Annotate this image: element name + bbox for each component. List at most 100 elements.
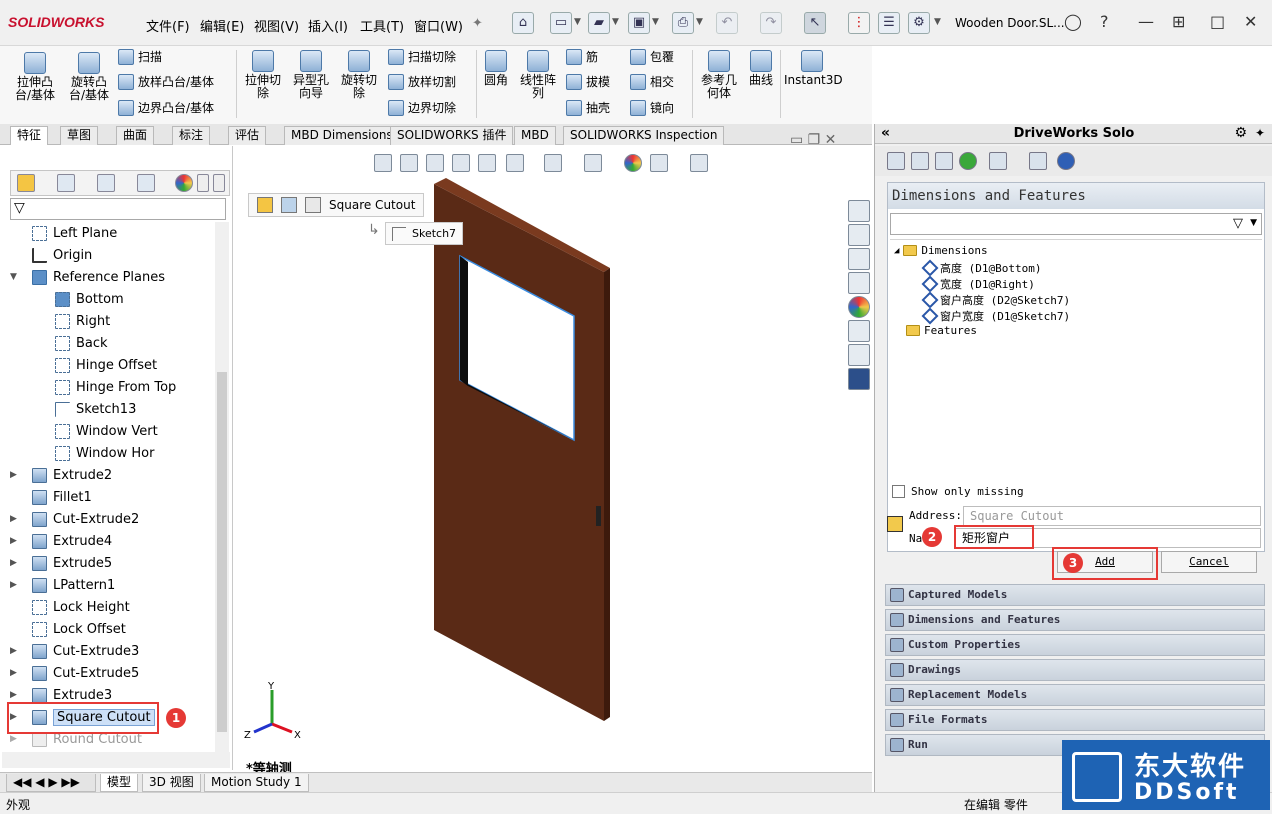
solidworks-forum-icon[interactable]	[848, 368, 870, 390]
configuration-manager-icon[interactable]	[97, 174, 115, 192]
sweep-cut-button[interactable]: 扫描切除	[388, 48, 456, 65]
close-icon[interactable]: ✕	[1244, 12, 1257, 31]
extrude-cut-button[interactable]: 拉伸切 除	[240, 50, 286, 100]
tree-node-dim-height[interactable]: 高度 (D1@Bottom)	[921, 259, 1041, 277]
tree-item-bottom[interactable]: Bottom	[55, 289, 124, 309]
tab-solidworks-addins[interactable]: SOLIDWORKS 插件	[390, 126, 514, 145]
tree-item-hinge-from-top[interactable]: Hinge From Top	[55, 377, 176, 397]
mirror-button[interactable]: 镜向	[630, 99, 674, 116]
expand-arrow-icon[interactable]: ▶	[10, 646, 17, 656]
appearances-icon[interactable]	[848, 296, 870, 318]
open-folder-icon[interactable]: ▰	[588, 12, 610, 34]
tab-markup[interactable]: 标注	[172, 126, 211, 145]
maximize-icon[interactable]: □	[1210, 12, 1225, 31]
menu-window[interactable]: 窗口(W)	[414, 16, 463, 35]
tree-item-cut-extrude3[interactable]: Cut-Extrude3	[32, 641, 139, 661]
address-field[interactable]: Square Cutout	[963, 506, 1261, 526]
tree-item-fillet1[interactable]: Fillet1	[32, 487, 92, 507]
graphics-area[interactable]: ▭ ❐ ✕ Y X Z	[234, 132, 872, 772]
tab-scroll-arrows[interactable]: ◀◀ ◀ ▶ ▶▶	[6, 774, 96, 792]
expand-arrow-icon[interactable]: ▶	[10, 668, 17, 678]
traffic-light-icon[interactable]: ⋮	[848, 12, 870, 34]
tree-scrollbar[interactable]	[215, 222, 229, 754]
draft-button[interactable]: 拔模	[566, 73, 610, 90]
expand-arrow-icon[interactable]: ◢	[894, 246, 899, 256]
nav-replacement-models[interactable]: Replacement Models	[885, 684, 1265, 706]
expand-arrow-icon[interactable]: ▶	[10, 558, 17, 568]
driveworks-settings-icon[interactable]	[989, 152, 1007, 170]
show-only-missing-checkbox[interactable]	[892, 485, 905, 498]
reference-geometry-button[interactable]: 参考几 何体	[696, 50, 742, 100]
property-manager-icon[interactable]	[57, 174, 75, 192]
tab-surface[interactable]: 曲面	[116, 126, 155, 145]
revolve-cut-button[interactable]: 旋转切 除	[336, 50, 382, 100]
menu-file[interactable]: 文件(F)	[146, 16, 190, 35]
select-cursor-icon[interactable]: ↖	[804, 12, 826, 34]
boundary-boss-button[interactable]: 边界凸台/基体	[118, 99, 214, 116]
fillet-button[interactable]: 圆角	[478, 50, 514, 87]
loft-boss-button[interactable]: 放样凸台/基体	[118, 73, 214, 90]
filter-combo[interactable]: ▽ ▼	[890, 213, 1262, 235]
tab-model[interactable]: 模型	[100, 774, 139, 792]
tree-item-origin[interactable]: Origin	[32, 245, 92, 265]
nav-captured-models[interactable]: Captured Models	[885, 584, 1265, 606]
expand-arrow-icon[interactable]: ▶	[10, 690, 17, 700]
tab-mbd[interactable]: MBD	[514, 126, 556, 145]
tree-item-window-vert[interactable]: Window Vert	[55, 421, 158, 441]
chevron-down-icon[interactable]: ▼	[652, 17, 659, 27]
menu-view[interactable]: 视图(V)	[254, 16, 299, 35]
tree-item-cut-extrude2[interactable]: Cut-Extrude2	[32, 509, 139, 529]
tree-item-extrude2[interactable]: Extrude2	[32, 465, 112, 485]
menu-tools[interactable]: 工具(T)	[360, 16, 404, 35]
driveworks-open-icon[interactable]	[911, 152, 929, 170]
curves-button[interactable]: 曲线	[744, 50, 778, 87]
collapse-pane-icon[interactable]: «	[881, 124, 890, 143]
tab-solidworks-inspection[interactable]: SOLIDWORKS Inspection	[563, 126, 725, 145]
tab-sketch[interactable]: 草图	[60, 126, 99, 145]
hole-wizard-button[interactable]: 异型孔 向导	[288, 50, 334, 100]
tree-item-right[interactable]: Right	[55, 311, 110, 331]
door-model[interactable]	[234, 146, 872, 772]
settings-gear-icon[interactable]: ⚙	[1234, 124, 1247, 143]
dimxpert-icon[interactable]	[137, 174, 155, 192]
expand-arrow-icon[interactable]: ▶	[10, 470, 17, 480]
print-icon[interactable]: ⎙	[672, 12, 694, 34]
options-gear-icon[interactable]: ⚙	[908, 12, 930, 34]
tab-evaluate[interactable]: 评估	[228, 126, 267, 145]
pin-icon[interactable]: ✦	[1255, 124, 1265, 143]
tree-item-left-plane[interactable]: Left Plane	[32, 223, 117, 243]
tile-windows-icon[interactable]: ⊞	[1172, 12, 1185, 31]
file-explorer-icon[interactable]	[848, 248, 870, 270]
tree-item-extrude5[interactable]: Extrude5	[32, 553, 112, 573]
revolve-boss-button[interactable]: 旋转凸 台/基体	[64, 52, 114, 102]
tab-mbd-dimensions[interactable]: MBD Dimensions	[284, 126, 400, 145]
redo-icon[interactable]: ↷	[760, 12, 782, 34]
chevron-right-icon[interactable]	[213, 174, 225, 192]
chevron-down-icon[interactable]: ▼	[696, 17, 703, 27]
menu-insert[interactable]: 插入(I)	[308, 16, 348, 35]
driveworks-options-icon[interactable]	[1029, 152, 1047, 170]
save-icon[interactable]	[935, 152, 953, 170]
view-palette-icon[interactable]	[848, 272, 870, 294]
minimize-icon[interactable]: —	[1138, 12, 1154, 31]
expand-arrow-icon[interactable]: ▼	[10, 272, 17, 282]
tree-item-window-hor[interactable]: Window Hor	[55, 443, 154, 463]
tree-item-reference-planes[interactable]: Reference Planes	[32, 267, 165, 287]
driveworks-icon[interactable]	[848, 344, 870, 366]
linear-pattern-button[interactable]: 线性阵 列	[516, 50, 560, 100]
pin-icon[interactable]: ✦	[472, 16, 483, 31]
tab-3d-views[interactable]: 3D 视图	[142, 774, 201, 792]
cancel-button[interactable]: Cancel	[1161, 551, 1257, 573]
rib-button[interactable]: 筋	[566, 48, 598, 65]
extrude-boss-button[interactable]: 拉伸凸 台/基体	[10, 52, 60, 102]
user-account-icon[interactable]: ◯	[1064, 12, 1082, 31]
design-library-icon[interactable]	[848, 224, 870, 246]
tree-item-hinge-offset[interactable]: Hinge Offset	[55, 355, 157, 375]
tree-item-lpattern1[interactable]: LPattern1	[32, 575, 115, 595]
tree-horizontal-scrollbar[interactable]	[2, 752, 230, 768]
expand-arrow-icon[interactable]: ▶	[10, 734, 17, 744]
tree-node-dimensions[interactable]: ◢ Dimensions	[894, 244, 988, 257]
undo-icon[interactable]: ↶	[716, 12, 738, 34]
expand-arrow-icon[interactable]: ▶	[10, 580, 17, 590]
loft-cut-button[interactable]: 放样切割	[388, 73, 456, 90]
